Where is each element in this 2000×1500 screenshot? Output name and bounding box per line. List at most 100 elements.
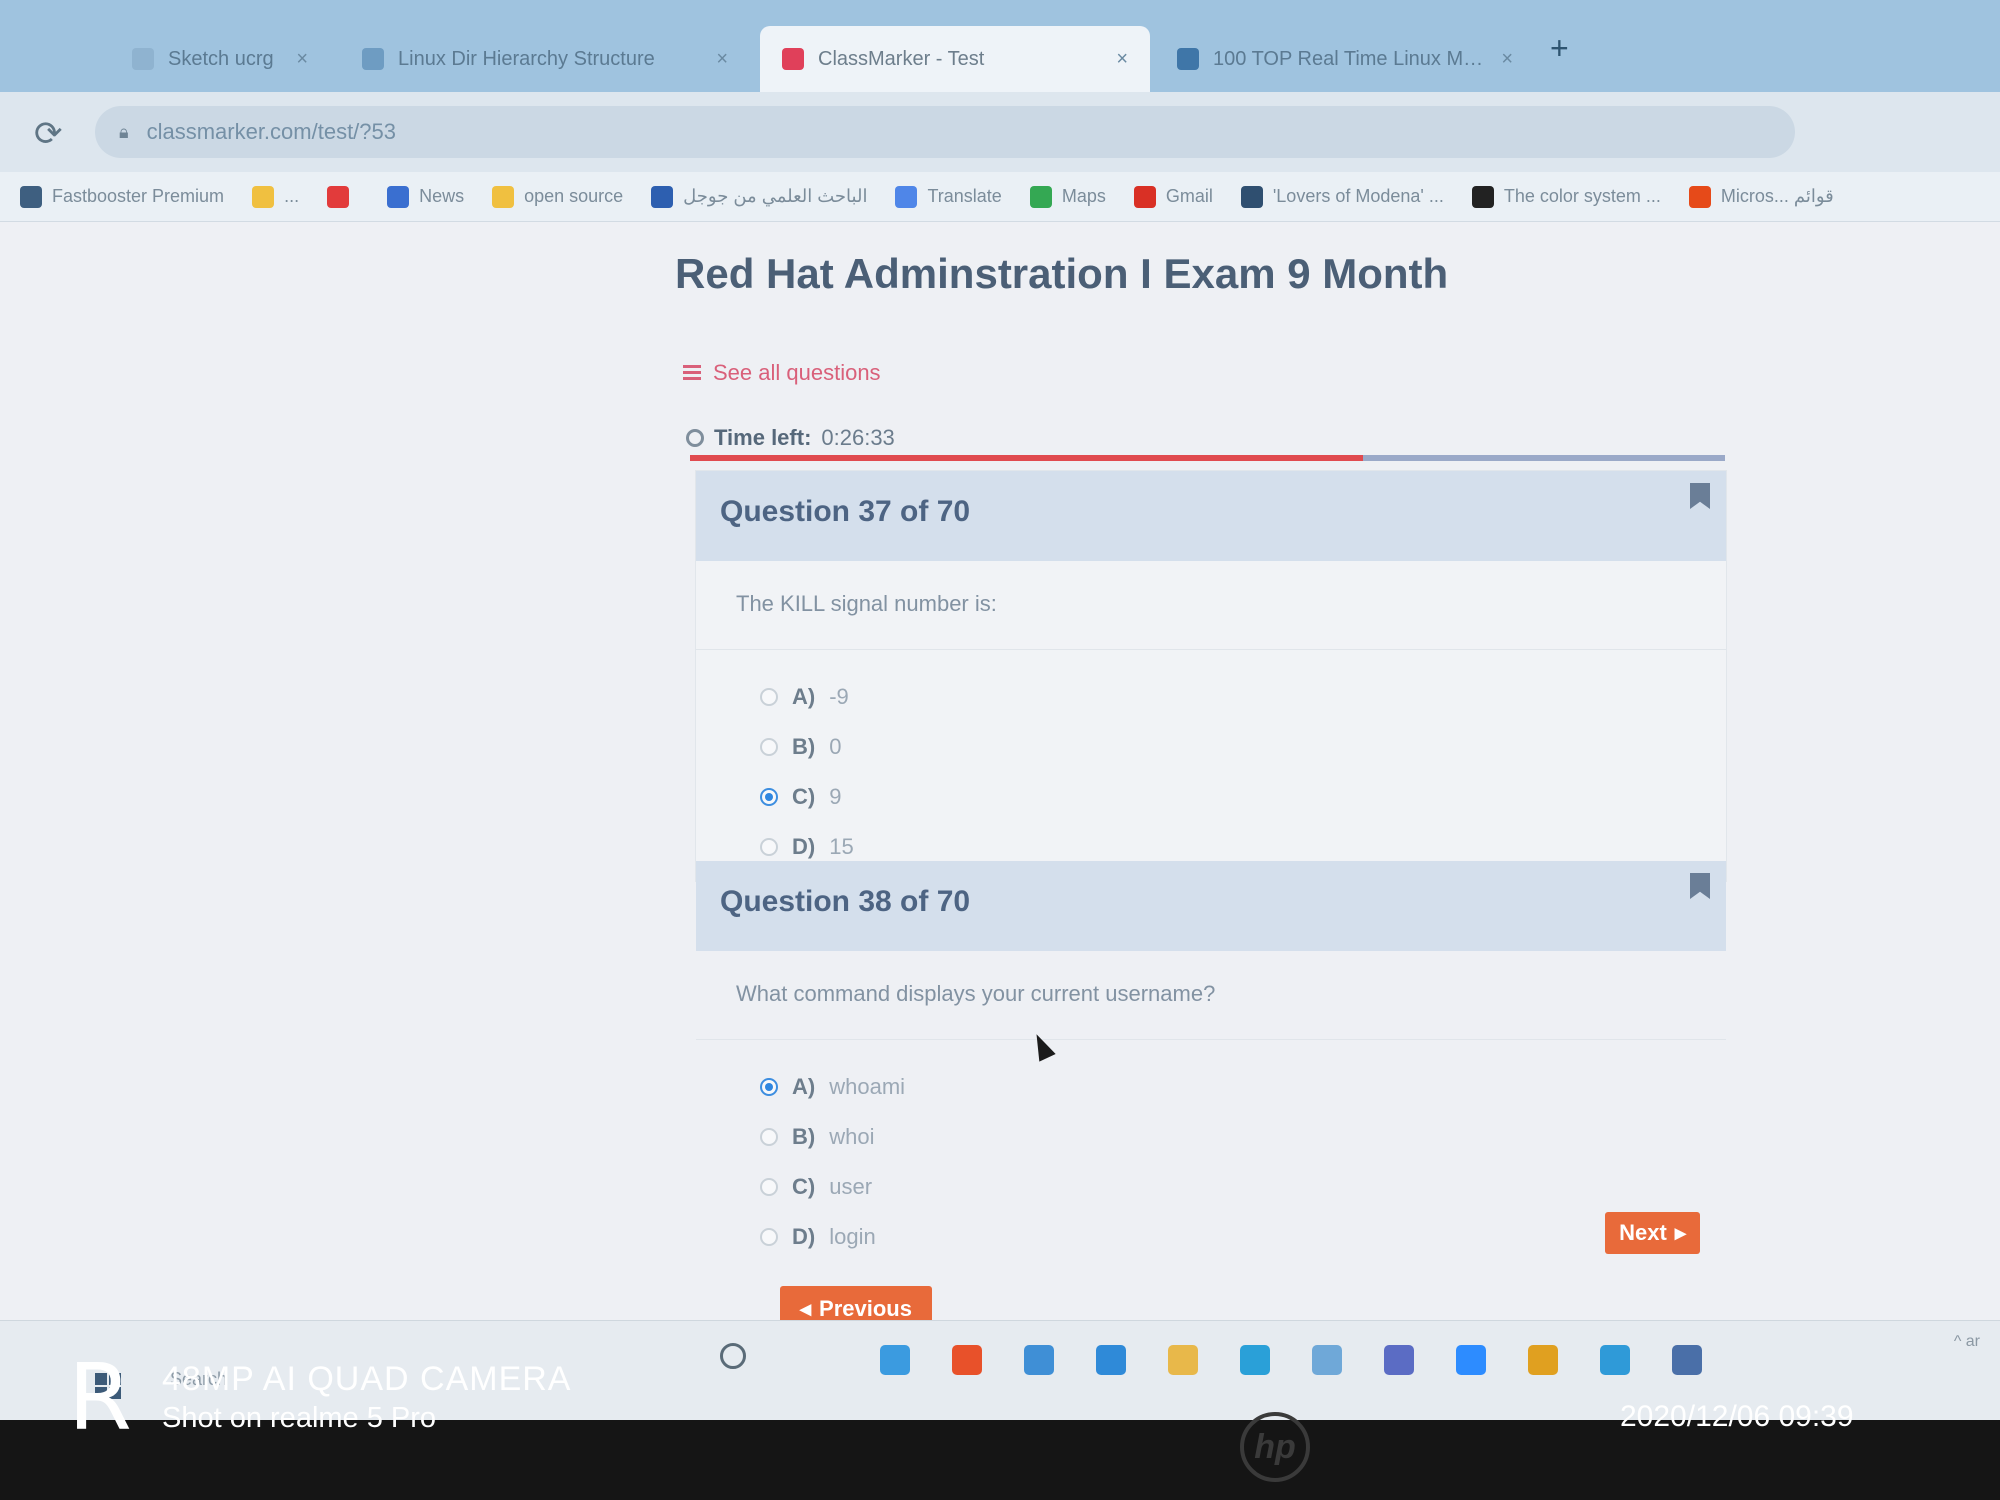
question-card: Question 37 of 70 The KILL signal number … bbox=[695, 470, 1727, 882]
bookmark-item[interactable] bbox=[327, 185, 359, 208]
vscode-icon[interactable] bbox=[1600, 1345, 1630, 1375]
question-heading: Question 37 of 70 bbox=[720, 495, 971, 528]
bookmark-favicon-icon bbox=[252, 185, 275, 208]
answer-option[interactable]: A) whoami bbox=[760, 1062, 1726, 1112]
option-letter: C) bbox=[792, 784, 816, 809]
bookmark-label: 'Lovers of Modena' ... bbox=[1272, 186, 1444, 206]
option-text: user bbox=[829, 1174, 873, 1199]
bookmark-item[interactable]: Fastbooster Premium bbox=[20, 185, 224, 208]
option-letter: D) bbox=[792, 1224, 816, 1249]
system-tray[interactable]: ^ ar bbox=[1954, 1333, 1980, 1351]
mail-icon[interactable] bbox=[1024, 1345, 1054, 1375]
option-letter: C) bbox=[792, 1174, 816, 1199]
clock-icon bbox=[686, 429, 704, 447]
chevron-right-icon: ▸ bbox=[1674, 1220, 1686, 1245]
answer-option[interactable]: C) 9 bbox=[760, 772, 1726, 822]
bookmark-icon[interactable] bbox=[1690, 873, 1710, 899]
zoom-icon[interactable] bbox=[1456, 1345, 1486, 1375]
option-text: login bbox=[829, 1224, 876, 1249]
question-text: The KILL signal number is: bbox=[736, 591, 997, 616]
bookmark-item[interactable]: Micros... قوائم bbox=[1688, 185, 1834, 208]
radio-button[interactable] bbox=[760, 838, 778, 856]
time-progress-fill bbox=[690, 455, 1363, 461]
browser-tab[interactable]: Sketch ucrg × bbox=[110, 26, 330, 92]
time-progress-bar bbox=[690, 455, 1725, 461]
url-field[interactable]: 🔒︎ classmarker.com/test/?53 bbox=[95, 106, 1795, 158]
option-text: 0 bbox=[829, 734, 842, 759]
chevron-left-icon: ◂ bbox=[800, 1296, 812, 1321]
radio-button[interactable] bbox=[760, 1128, 778, 1146]
radio-button[interactable] bbox=[760, 738, 778, 756]
option-text: whoi bbox=[829, 1124, 875, 1149]
bookmark-favicon-icon bbox=[895, 185, 918, 208]
bookmark-label: Gmail bbox=[1165, 186, 1213, 206]
new-tab-button[interactable]: + bbox=[1550, 30, 1569, 67]
page-title: Red Hat Adminstration I Exam 9 Month bbox=[675, 250, 1449, 297]
teams-icon[interactable] bbox=[1384, 1345, 1414, 1375]
answer-option[interactable]: B) whoi bbox=[760, 1112, 1726, 1162]
camera-watermark-title: 48MP AI QUAD CAMERA bbox=[162, 1360, 572, 1398]
close-icon[interactable]: × bbox=[296, 48, 308, 71]
laptop-screen: Sketch ucrg × Linux Dir Hierarchy Structur… bbox=[0, 0, 2000, 1420]
bookmark-item[interactable]: The color system ... bbox=[1471, 185, 1661, 208]
cortana-icon[interactable] bbox=[720, 1343, 746, 1369]
bookmark-item[interactable]: الباحث العلمي من جوجل bbox=[651, 185, 867, 208]
answer-option[interactable]: B) 0 bbox=[760, 722, 1726, 772]
close-icon[interactable]: × bbox=[716, 48, 728, 71]
reload-icon[interactable]: ⟳ bbox=[34, 114, 63, 154]
chrome-icon[interactable] bbox=[1528, 1345, 1558, 1375]
radio-button[interactable] bbox=[760, 688, 778, 706]
option-text: 15 bbox=[829, 834, 854, 859]
hp-logo: hp bbox=[1240, 1412, 1310, 1482]
radio-button[interactable] bbox=[760, 1078, 778, 1096]
close-icon[interactable]: × bbox=[1501, 48, 1513, 71]
camera-watermark-subtitle: Shot on realme 5 Pro bbox=[162, 1402, 437, 1434]
browser-tab[interactable]: Linux Dir Hierarchy Structure × bbox=[340, 26, 750, 92]
radio-button[interactable] bbox=[760, 1178, 778, 1196]
bookmark-item[interactable]: 'Lovers of Modena' ... bbox=[1240, 185, 1444, 208]
answer-option[interactable]: C) user bbox=[760, 1162, 1726, 1212]
bookmark-favicon-icon bbox=[387, 185, 410, 208]
url-text: classmarker.com/test/?53 bbox=[146, 119, 397, 144]
bookmark-item[interactable]: Gmail bbox=[1133, 185, 1213, 208]
edge-icon[interactable] bbox=[1096, 1345, 1126, 1375]
close-icon[interactable]: × bbox=[1116, 48, 1128, 71]
folder-icon[interactable] bbox=[1312, 1345, 1342, 1375]
timer: Time left: 0:26:33 bbox=[686, 425, 895, 451]
browser-tab[interactable]: ClassMarker - Test × bbox=[760, 26, 1150, 92]
bookmark-item[interactable]: open source bbox=[492, 185, 623, 208]
browser-address-bar: ⟳ 🔒︎ classmarker.com/test/?53 bbox=[0, 92, 2000, 172]
timer-value: 0:26:33 bbox=[821, 425, 895, 450]
bookmark-item[interactable]: News bbox=[387, 185, 464, 208]
bookmark-item[interactable]: Maps bbox=[1029, 185, 1106, 208]
bookmark-favicon-icon bbox=[1688, 185, 1711, 208]
answer-option[interactable]: D) login bbox=[760, 1212, 1726, 1262]
tab-favicon-icon bbox=[1177, 48, 1199, 70]
list-icon bbox=[683, 365, 701, 381]
bookmark-item[interactable]: Translate bbox=[895, 185, 1002, 208]
file-explorer-icon[interactable] bbox=[1168, 1345, 1198, 1375]
bookmark-icon[interactable] bbox=[1690, 483, 1710, 509]
tab-label: Sketch ucrg bbox=[168, 47, 274, 70]
next-label: Next bbox=[1619, 1220, 1667, 1245]
next-button[interactable]: Next ▸ bbox=[1605, 1212, 1700, 1254]
bookmark-item[interactable]: ... bbox=[252, 185, 299, 208]
question-header: Question 37 of 70 bbox=[696, 471, 1726, 561]
timer-label: Time left: bbox=[714, 425, 812, 450]
option-letter: A) bbox=[792, 1074, 816, 1099]
app-icon[interactable] bbox=[1672, 1345, 1702, 1375]
notification-app-icon[interactable] bbox=[1240, 1345, 1270, 1375]
radio-button[interactable] bbox=[760, 1228, 778, 1246]
store-icon[interactable] bbox=[880, 1345, 910, 1375]
answer-option[interactable]: A) -9 bbox=[760, 672, 1726, 722]
question-header: Question 38 of 70 bbox=[696, 861, 1726, 951]
question-divider bbox=[696, 649, 1726, 650]
browser-tab[interactable]: 100 TOP Real Time Linux Multiple × bbox=[1155, 26, 1535, 92]
radio-button[interactable] bbox=[760, 788, 778, 806]
option-letter: B) bbox=[792, 734, 816, 759]
see-all-questions-link[interactable]: See all questions bbox=[683, 360, 881, 386]
tab-favicon-icon bbox=[132, 48, 154, 70]
office-icon[interactable] bbox=[952, 1345, 982, 1375]
bookmark-label: Maps bbox=[1061, 186, 1106, 206]
lock-icon: 🔒︎ bbox=[119, 121, 129, 142]
